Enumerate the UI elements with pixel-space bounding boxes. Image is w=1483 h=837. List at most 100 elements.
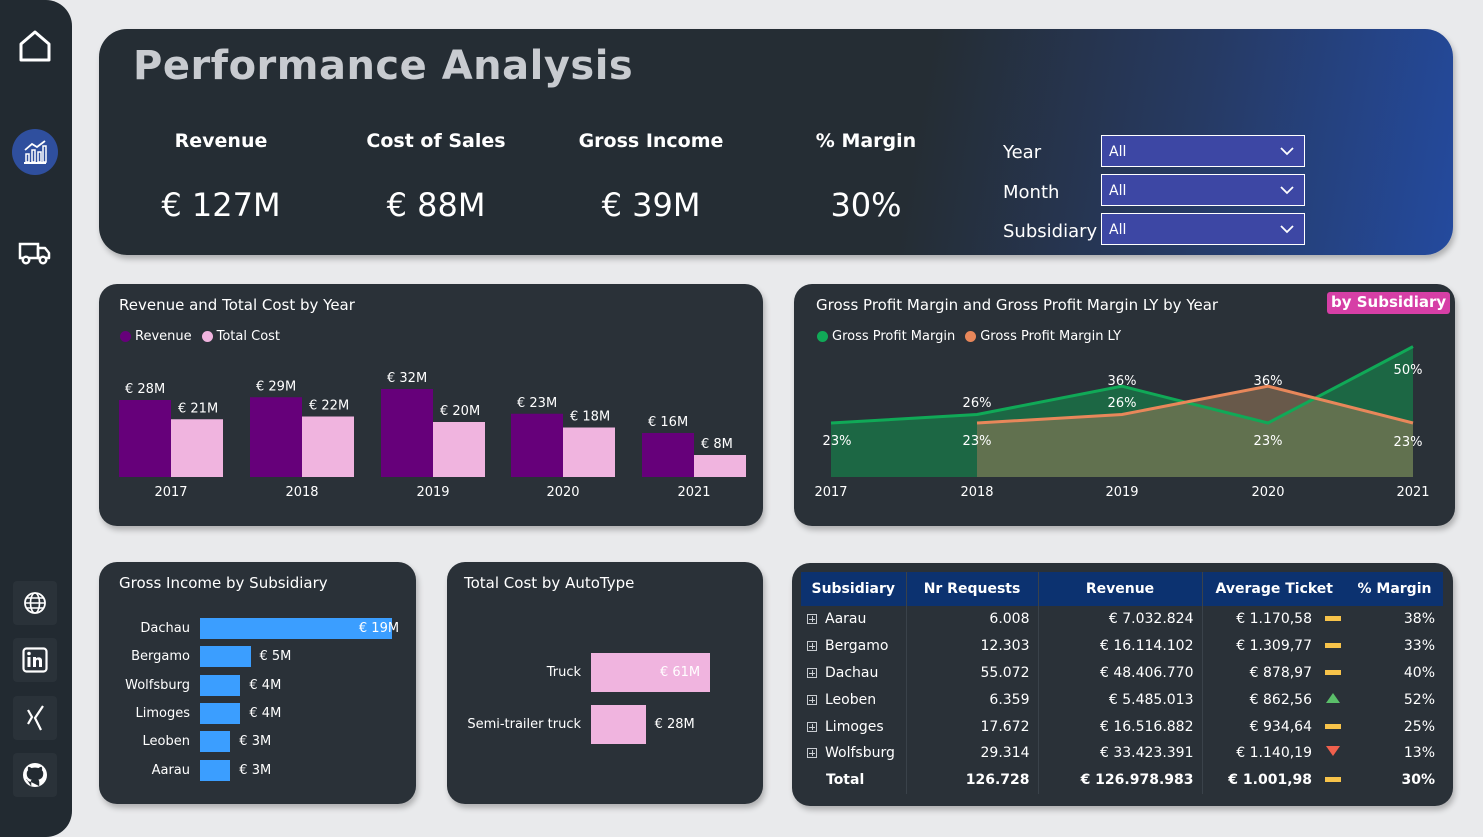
expand-icon[interactable] xyxy=(807,614,817,625)
bar[interactable] xyxy=(200,646,251,668)
year-filter-dropdown[interactable]: All xyxy=(1101,135,1305,167)
column-header-nr-requests[interactable]: Nr Requests xyxy=(906,572,1039,606)
table-row[interactable]: Wolfsburg 29.314 € 33.423.391 € 1.140,19 13% xyxy=(801,739,1443,767)
trend-flat-icon xyxy=(1325,669,1341,675)
cell-average-ticket: € 862,56 xyxy=(1249,691,1312,708)
cell-average-ticket: € 1.001,98 xyxy=(1228,772,1312,789)
bar-revenue[interactable] xyxy=(381,389,433,477)
bar-revenue[interactable] xyxy=(511,413,563,477)
table-row[interactable]: Limoges 17.672 € 16.516.882 € 934,64 25% xyxy=(801,713,1443,740)
column-header-margin[interactable]: % Margin xyxy=(1346,572,1443,606)
trend-flat-icon xyxy=(1325,643,1341,649)
cell-revenue: € 16.114.102 xyxy=(1038,632,1203,660)
kpi-label: % Margin xyxy=(815,130,917,152)
cell-average-ticket: € 1.309,77 xyxy=(1236,638,1312,655)
home-icon[interactable] xyxy=(14,25,56,67)
bar-revenue[interactable] xyxy=(642,433,694,477)
bar-total-cost[interactable] xyxy=(433,422,485,477)
gpm-ly-data-label: 23% xyxy=(1394,435,1423,450)
bar-data-label: € 3M xyxy=(239,734,272,750)
github-icon[interactable] xyxy=(13,753,57,797)
year-filter-value: All xyxy=(1109,144,1127,160)
subsidiary-matrix-table: Subsidiary Nr Requests Revenue Average T… xyxy=(801,572,1443,794)
bar-data-label: € 4M xyxy=(249,677,282,693)
subsidiary-matrix-card: Subsidiary Nr Requests Revenue Average T… xyxy=(792,563,1453,806)
analytics-chart-icon[interactable] xyxy=(12,129,58,175)
bar[interactable] xyxy=(200,759,231,781)
linkedin-icon[interactable] xyxy=(13,638,57,682)
trend-up-icon xyxy=(1326,692,1340,703)
cell-margin: 30% xyxy=(1401,772,1435,789)
kpi-label: Revenue xyxy=(174,130,268,152)
expand-icon[interactable] xyxy=(807,748,817,759)
cell-average-ticket: € 1.140,19 xyxy=(1236,745,1312,762)
bar-revenue[interactable] xyxy=(250,397,302,477)
month-filter-value: All xyxy=(1109,183,1127,199)
expand-icon[interactable] xyxy=(807,641,817,652)
cell-subsidiary: Limoges xyxy=(801,713,907,740)
table-row[interactable]: Dachau 55.072 € 48.406.770 € 878,97 40% xyxy=(801,659,1443,687)
bar-total-cost[interactable] xyxy=(694,455,746,477)
kpi-cost-of-sales: Cost of Sales € 88M xyxy=(341,130,531,224)
cell-average-ticket: € 934,64 xyxy=(1249,718,1312,735)
cell-revenue: € 126.978.983 xyxy=(1038,766,1203,794)
cell-subsidiary: Total xyxy=(801,766,907,794)
column-header-average-ticket[interactable]: Average Ticket xyxy=(1202,572,1346,606)
bar-total-cost[interactable] xyxy=(302,416,354,478)
x-axis-tick-label: 2019 xyxy=(1105,485,1138,500)
cell-nr-requests: 6.359 xyxy=(906,686,1039,714)
cell-margin-indicator xyxy=(1320,686,1346,713)
data-label: € 18M xyxy=(570,410,610,425)
revenue-cost-bar-chart: € 28M € 21M 2017 € 29M € 22M 2018 € 32M € 20M 20… xyxy=(119,371,746,500)
x-axis-tick-label: 2021 xyxy=(1396,485,1429,500)
globe-icon[interactable] xyxy=(13,581,57,625)
cell-subsidiary-text: Leoben xyxy=(825,691,877,708)
month-filter-label: Month xyxy=(1003,182,1060,203)
cell-nr-requests: 126.728 xyxy=(906,766,1039,794)
column-header-revenue[interactable]: Revenue xyxy=(1038,572,1203,606)
bar-category-label: Limoges xyxy=(135,705,191,721)
bar-revenue[interactable] xyxy=(119,400,171,477)
bar[interactable] xyxy=(200,674,241,696)
table-total-row[interactable]: Total 126.728 € 126.978.983 € 1.001,98 30% xyxy=(801,766,1443,794)
gpm-ly-data-label: 26% xyxy=(1108,396,1137,411)
gpm-data-label: 50% xyxy=(1394,363,1423,378)
data-label: € 32M xyxy=(387,371,427,386)
cell-subsidiary: Bergamo xyxy=(801,632,907,660)
cell-margin-indicator xyxy=(1320,767,1346,794)
kpi-gross-income: Gross Income € 39M xyxy=(556,130,746,224)
bar-total-cost[interactable] xyxy=(563,427,615,478)
cell-margin: 33% xyxy=(1403,638,1435,655)
data-label: € 29M xyxy=(256,379,296,394)
subsidiary-filter-dropdown[interactable]: All xyxy=(1101,213,1305,245)
bar-data-label: € 4M xyxy=(249,705,282,721)
table-row[interactable]: Leoben 6.359 € 5.485.013 € 862,56 52% xyxy=(801,686,1443,714)
cell-subsidiary: Wolfsburg xyxy=(801,739,907,767)
expand-icon[interactable] xyxy=(807,721,817,732)
table-row[interactable]: Aarau 6.008 € 7.032.824 € 1.170,58 38% xyxy=(801,606,1443,633)
table-row[interactable]: Bergamo 12.303 € 16.114.102 € 1.309,77 33% xyxy=(801,632,1443,660)
bar-total-cost[interactable] xyxy=(171,419,223,477)
expand-icon[interactable] xyxy=(807,667,817,678)
data-label: € 23M xyxy=(517,396,557,411)
month-filter-dropdown[interactable]: All xyxy=(1101,174,1305,206)
truck-icon[interactable] xyxy=(14,233,56,273)
x-axis-tick-label: 2020 xyxy=(546,485,579,500)
gpm-data-label: 36% xyxy=(1108,374,1137,389)
bar-category-label: Leoben xyxy=(142,734,190,750)
trend-down-icon xyxy=(1326,746,1340,757)
cell-margin-indicator xyxy=(1320,740,1346,767)
column-header-subsidiary[interactable]: Subsidiary xyxy=(801,572,907,606)
gross-profit-margin-card: Gross Profit Margin and Gross Profit Mar… xyxy=(794,284,1455,526)
trend-flat-icon xyxy=(1325,777,1341,783)
bar[interactable] xyxy=(200,731,231,753)
cell-margin: 13% xyxy=(1403,745,1435,762)
cell-revenue: € 33.423.391 xyxy=(1038,739,1203,767)
bar-category-label: Bergamo xyxy=(131,649,190,665)
expand-icon[interactable] xyxy=(807,694,817,705)
xing-icon[interactable] xyxy=(13,696,57,740)
gpm-data-label: 26% xyxy=(963,396,992,411)
bar[interactable] xyxy=(200,702,241,724)
bar[interactable] xyxy=(591,705,646,744)
cell-subsidiary-text: Bergamo xyxy=(825,638,889,655)
